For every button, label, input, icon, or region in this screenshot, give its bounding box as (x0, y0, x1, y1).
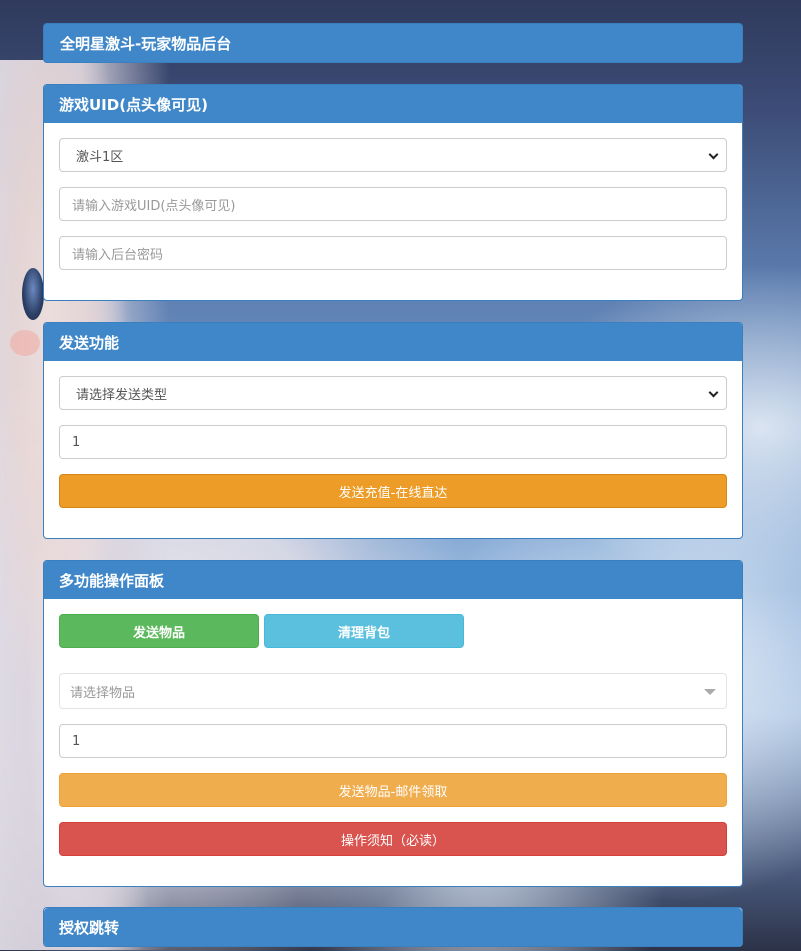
amount-input[interactable]: 1 (59, 425, 727, 459)
password-input[interactable]: 请输入后台密码 (59, 236, 727, 270)
uid-input-placeholder: 请输入游戏UID(点头像可见) (72, 198, 236, 214)
server-select-value: 激斗1区 (76, 149, 124, 165)
uid-input[interactable]: 请输入游戏UID(点头像可见) (59, 187, 727, 221)
amount-input-value: 1 (72, 434, 81, 450)
send-items-tab[interactable]: 发送物品 (59, 614, 259, 648)
send-panel-title: 发送功能 (44, 323, 742, 361)
item-select-placeholder: 请选择物品 (70, 685, 136, 701)
item-select[interactable]: 请选择物品 (59, 673, 727, 709)
chevron-down-icon (708, 387, 719, 398)
triangle-down-icon (704, 689, 716, 695)
uid-panel: 游戏UID(点头像可见) 激斗1区 请输入游戏UID(点头像可见) 请输入后台密… (43, 84, 743, 301)
multi-panel: 多功能操作面板 发送物品 清理背包 请选择物品 1 发送物品-邮件领取 操作须知… (43, 560, 743, 887)
clear-bag-tab[interactable]: 清理背包 (264, 614, 464, 648)
auth-panel-title: 授权跳转 (44, 908, 742, 946)
password-input-placeholder: 请输入后台密码 (72, 247, 164, 263)
quantity-input-value: 1 (72, 733, 81, 749)
auth-panel: 授权跳转 (43, 907, 743, 947)
send-type-select[interactable]: 请选择发送类型 (59, 376, 727, 410)
action-tabs: 发送物品 清理背包 (59, 614, 727, 648)
send-type-select-value: 请选择发送类型 (76, 387, 168, 403)
send-mail-button[interactable]: 发送物品-邮件领取 (59, 773, 727, 807)
main-container: 全明星激斗-玩家物品后台 游戏UID(点头像可见) 激斗1区 请输入游戏UID(… (43, 23, 743, 947)
background-blush (10, 330, 40, 356)
uid-panel-title: 游戏UID(点头像可见) (44, 85, 742, 123)
multi-panel-title: 多功能操作面板 (44, 561, 742, 599)
send-recharge-button[interactable]: 发送充值-在线直达 (59, 474, 727, 508)
chevron-down-icon (708, 149, 719, 160)
page-title: 全明星激斗-玩家物品后台 (43, 23, 743, 63)
quantity-input[interactable]: 1 (59, 724, 727, 758)
background-eye (22, 268, 44, 320)
notice-button[interactable]: 操作须知（必读） (59, 822, 727, 856)
send-panel: 发送功能 请选择发送类型 1 发送充值-在线直达 (43, 322, 743, 539)
server-select[interactable]: 激斗1区 (59, 138, 727, 172)
